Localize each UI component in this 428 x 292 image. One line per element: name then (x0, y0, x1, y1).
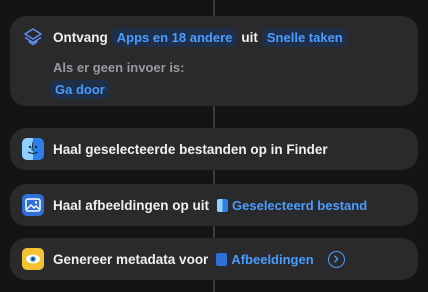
connector-line (213, 0, 215, 16)
input-types-token[interactable]: Apps en 18 andere (111, 27, 238, 47)
image-mini-icon (216, 252, 228, 266)
action-card-get-images[interactable]: Haal afbeeldingen op uit Geselecteerd be… (10, 184, 418, 226)
action-card-get-selected-files[interactable]: Haal geselecteerde bestanden op in Finde… (10, 128, 418, 170)
from-label: uit (241, 29, 258, 45)
no-input-action-token[interactable]: Ga door (50, 79, 110, 99)
action-label: Haal afbeeldingen op uit (53, 197, 210, 213)
token-label: Geselecteerd bestand (232, 197, 368, 213)
connector-line (213, 170, 215, 184)
preview-icon (22, 248, 44, 270)
finder-icon (22, 138, 44, 160)
finder-mini-icon (217, 198, 229, 212)
images-token[interactable]: Afbeeldingen (216, 251, 314, 267)
chevron-right-circle-icon[interactable] (327, 250, 345, 268)
no-input-label: Als er geen invoer is: (53, 59, 185, 75)
image-icon (22, 194, 44, 216)
receive-label: Ontvang (53, 29, 108, 45)
action-label: Haal geselecteerde bestanden op in Finde… (53, 141, 328, 157)
action-label: Genereer metadata voor (53, 251, 209, 267)
connector-line (213, 106, 215, 128)
action-card-generate-metadata[interactable]: Genereer metadata voor Afbeeldingen (10, 238, 418, 280)
connector-line (213, 280, 215, 292)
source-token[interactable]: Snelle taken (261, 27, 348, 47)
token-label: Afbeeldingen (231, 251, 314, 267)
shortcuts-layers-icon (22, 26, 44, 48)
connector-line (213, 226, 215, 238)
selected-file-token[interactable]: Geselecteerd bestand (217, 198, 367, 213)
receive-input-card[interactable]: Ontvang Apps en 18 andere uit Snelle tak… (10, 16, 418, 106)
